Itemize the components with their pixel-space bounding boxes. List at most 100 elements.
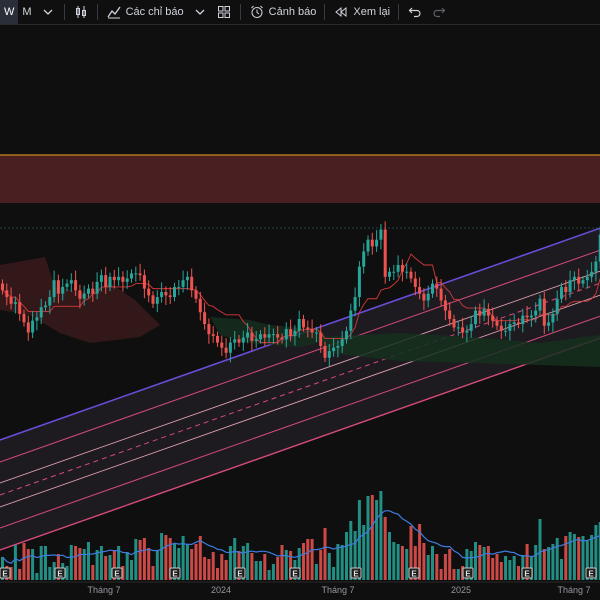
templates-button[interactable]	[212, 0, 236, 24]
indicators-dropdown[interactable]	[188, 0, 212, 24]
volume-bar	[448, 549, 452, 580]
volume-bar	[74, 546, 78, 580]
volume-bar	[190, 549, 194, 580]
candle-body	[443, 300, 447, 311]
candle-body	[168, 295, 172, 298]
candle-body	[362, 251, 366, 267]
volume-bar	[564, 536, 568, 580]
candle-body	[181, 280, 185, 287]
earnings-marker-label: E	[114, 570, 120, 579]
volume-bar	[259, 561, 262, 580]
time-axis-label: Tháng 7	[321, 585, 354, 595]
candle-body	[194, 290, 198, 299]
volume-bar	[246, 543, 250, 580]
redo-button[interactable]	[427, 0, 451, 24]
candle-body	[9, 297, 13, 304]
candle-body	[207, 324, 211, 335]
undo-button[interactable]	[403, 0, 427, 24]
volume-bar	[547, 547, 551, 580]
volume-bar	[224, 560, 228, 580]
alerts-button[interactable]: Cảnh báo	[245, 0, 321, 24]
candle-body	[521, 315, 525, 325]
earnings-marker: E	[408, 567, 420, 579]
candle-body	[289, 329, 293, 336]
undo-icon	[407, 4, 423, 20]
candle-body	[112, 276, 116, 281]
candle-body	[383, 229, 387, 277]
earnings-marker: E	[111, 567, 123, 579]
interval-monthly-button[interactable]: M	[18, 0, 35, 24]
candle-body	[39, 307, 43, 318]
volume-bar	[69, 545, 73, 580]
replay-button[interactable]: Xem lại	[329, 0, 394, 24]
candle-body	[259, 334, 262, 340]
volume-bar	[87, 542, 90, 580]
volume-bar	[138, 540, 142, 580]
candle-body	[284, 329, 288, 340]
candle-body	[517, 322, 520, 325]
earnings-marker: E	[585, 567, 597, 579]
toolbar-divider	[63, 4, 65, 20]
volume-bar	[319, 550, 323, 580]
volume-bar	[194, 544, 198, 580]
price-chart[interactable]: EEEEEEEEEEE Tháng 7 2024 Tháng 7 2025 Tháng …	[0, 25, 600, 600]
candle-body	[69, 280, 73, 284]
candle-body	[228, 342, 232, 353]
candle-body	[469, 324, 473, 331]
candle-body	[452, 319, 456, 328]
candle-body	[82, 293, 86, 299]
volume-bar	[534, 545, 538, 580]
indicators-button[interactable]: Các chỉ báo	[102, 0, 188, 24]
volume-bar	[228, 546, 232, 580]
chevron-down-icon	[40, 4, 56, 20]
resistance-zone	[0, 155, 600, 203]
volume-bar	[323, 528, 327, 580]
candle-body	[375, 239, 379, 247]
replay-icon	[333, 4, 349, 20]
volume-bar	[538, 519, 542, 580]
volume-bar	[22, 543, 26, 580]
volume-bar	[198, 536, 202, 580]
volume-bar	[517, 566, 520, 580]
volume-bar	[26, 549, 30, 580]
chart-type-button[interactable]	[69, 0, 93, 24]
interval-dropdown[interactable]	[36, 0, 60, 24]
earnings-marker-label: E	[465, 570, 471, 579]
earnings-marker-label: E	[172, 570, 178, 579]
volume-bar	[405, 549, 409, 580]
candle-body	[121, 276, 125, 282]
interval-weekly-button[interactable]: W	[0, 0, 19, 24]
earnings-marker-label: E	[524, 570, 530, 579]
candle-body	[461, 327, 465, 333]
candle-body	[190, 276, 194, 291]
volume-bar	[568, 532, 572, 580]
candle-body	[160, 292, 164, 298]
candle-body	[250, 332, 254, 341]
candle-body	[474, 310, 477, 325]
candle-body	[555, 298, 559, 314]
candle-body	[568, 280, 572, 292]
volume-bar	[99, 546, 103, 580]
volume-bar	[478, 545, 482, 580]
volume-bar	[383, 517, 387, 580]
candle-body	[74, 280, 78, 291]
candle-body	[413, 278, 417, 287]
candle-body	[422, 293, 426, 301]
volume-bar	[95, 550, 99, 580]
time-axis: Tháng 7 2024 Tháng 7 2025 Tháng 7	[0, 581, 600, 595]
candle-body	[302, 319, 305, 328]
candle-body	[125, 278, 129, 282]
volume-bar	[443, 554, 447, 580]
candle-body	[241, 337, 245, 343]
alerts-label: Cảnh báo	[268, 6, 317, 18]
candle-body	[297, 319, 301, 331]
candle-body	[276, 334, 280, 338]
candle-body	[198, 298, 202, 313]
volume-bar	[91, 565, 95, 580]
candle-body	[13, 302, 17, 304]
candle-body	[87, 288, 90, 294]
volume-bar	[314, 564, 318, 580]
candle-body	[594, 261, 598, 272]
time-axis-label: 2025	[451, 585, 471, 595]
candle-body	[542, 298, 546, 326]
